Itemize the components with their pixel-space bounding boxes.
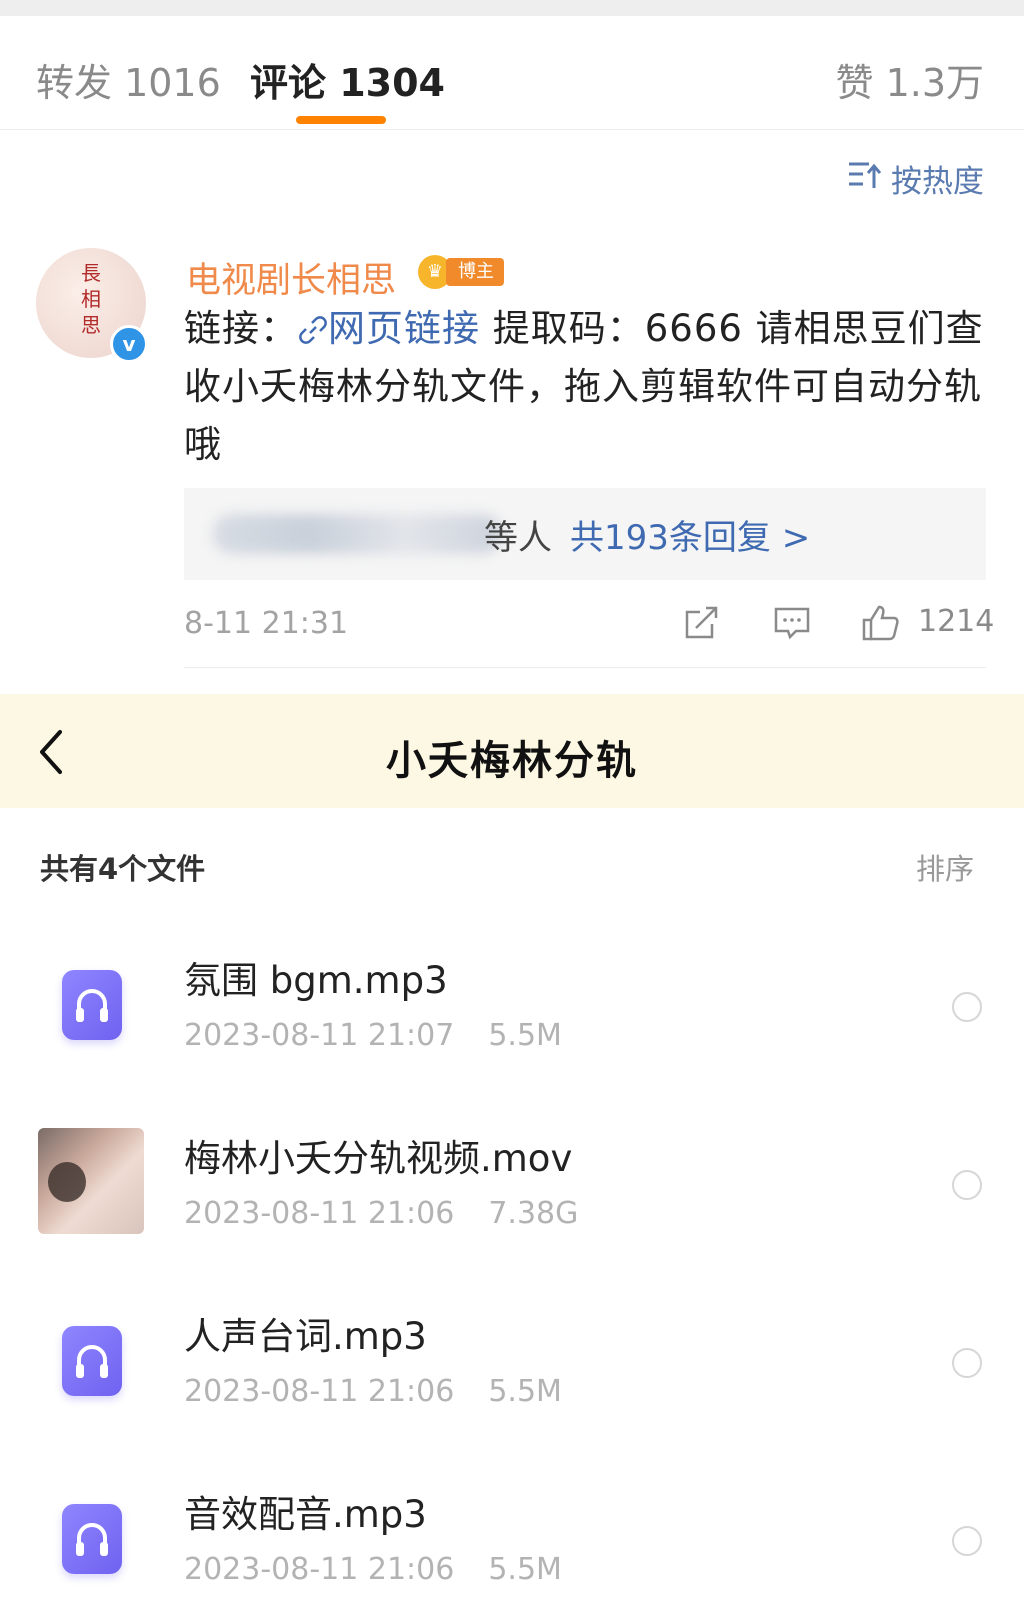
sort-label: 按热度 (891, 164, 984, 200)
file-meta: 2023-08-11 21:06 5.5M (184, 1374, 562, 1409)
panel-title: 小夭梅林分轨 (386, 738, 638, 784)
file-size: 5.5M (488, 1374, 562, 1409)
file-meta: 2023-08-11 21:07 5.5M (184, 1018, 562, 1053)
video-thumbnail (38, 1128, 144, 1234)
file-panel-header: 小夭梅林分轨 (0, 694, 1024, 808)
file-row[interactable]: 音效配音.mp3 2023-08-11 21:06 5.5M (0, 1450, 1024, 1617)
replies-preview[interactable]: 等人 共193条回复 > (184, 488, 986, 580)
comment-username[interactable]: 电视剧长相思 (186, 252, 396, 303)
file-date: 2023-08-11 21:06 (184, 1552, 455, 1587)
sort-by-heat-button[interactable]: 按热度 (847, 156, 984, 201)
file-date: 2023-08-11 21:06 (184, 1374, 455, 1409)
file-count: 共有4个文件 (40, 852, 206, 886)
blurred-reply-names (212, 514, 502, 554)
select-radio[interactable] (952, 1348, 982, 1378)
active-tab-indicator (296, 116, 386, 124)
sort-files-button[interactable]: 排序 (916, 846, 974, 888)
reply-count-link[interactable]: 共193条回复 > (570, 510, 810, 559)
file-row[interactable]: 氛围 bgm.mp3 2023-08-11 21:07 5.5M (0, 916, 1024, 1094)
share-icon[interactable] (682, 604, 722, 642)
audio-file-icon (62, 1326, 122, 1396)
headphones-icon (76, 1345, 108, 1378)
comment-text: 链接： 网页链接 提取码：6666 请相思豆们查收小夭梅林分轨文件，拖入剪辑软件可… (184, 300, 984, 474)
file-date: 2023-08-11 21:06 (184, 1196, 455, 1231)
blogger-badge-label: 博主 (446, 258, 504, 286)
file-row[interactable]: 人声台词.mp3 2023-08-11 21:06 5.5M (0, 1272, 1024, 1450)
link-icon (298, 307, 328, 350)
verified-icon: v (110, 325, 148, 363)
comment-icon[interactable] (772, 604, 812, 642)
file-size: 7.38G (488, 1196, 579, 1231)
status-strip (0, 0, 1024, 16)
file-date: 2023-08-11 21:07 (184, 1018, 455, 1053)
divider (184, 667, 986, 668)
file-size: 5.5M (488, 1552, 562, 1587)
file-row[interactable]: 梅林小夭分轨视频.mov 2023-08-11 21:06 7.38G (0, 1094, 1024, 1272)
avatar-logo-text: 長相思 (81, 261, 101, 337)
tab-likes[interactable]: 赞 1.3万 (835, 52, 984, 107)
blogger-badge: ♛ 博主 (418, 254, 504, 290)
file-meta: 2023-08-11 21:06 5.5M (184, 1552, 562, 1587)
file-name: 音效配音.mp3 (184, 1493, 427, 1536)
headphones-icon (76, 1523, 108, 1556)
like-count: 1214 (918, 604, 995, 639)
reply-who: 等人 (484, 518, 552, 558)
tab-bar: 转发 1016 评论 1304 赞 1.3万 (0, 16, 1024, 130)
file-name: 氛围 bgm.mp3 (184, 959, 448, 1002)
web-link[interactable]: 网页链接 (298, 307, 480, 350)
tab-reposts[interactable]: 转发 1016 (36, 52, 221, 107)
select-radio[interactable] (952, 1170, 982, 1200)
file-meta: 2023-08-11 21:06 7.38G (184, 1196, 578, 1231)
comment-text-prefix: 链接： (184, 307, 298, 350)
file-name: 梅林小夭分轨视频.mov (184, 1137, 573, 1180)
comment-timestamp: 8-11 21:31 (184, 606, 349, 641)
file-name: 人声台词.mp3 (184, 1315, 427, 1358)
select-radio[interactable] (952, 1526, 982, 1556)
tab-comments[interactable]: 评论 1304 (250, 52, 445, 107)
file-size: 5.5M (488, 1018, 562, 1053)
web-link-label: 网页链接 (328, 307, 480, 350)
sort-icon (847, 160, 882, 198)
headphones-icon (76, 989, 108, 1022)
audio-file-icon (62, 1504, 122, 1574)
audio-file-icon (62, 970, 122, 1040)
like-icon[interactable] (860, 604, 900, 642)
select-radio[interactable] (952, 992, 982, 1022)
